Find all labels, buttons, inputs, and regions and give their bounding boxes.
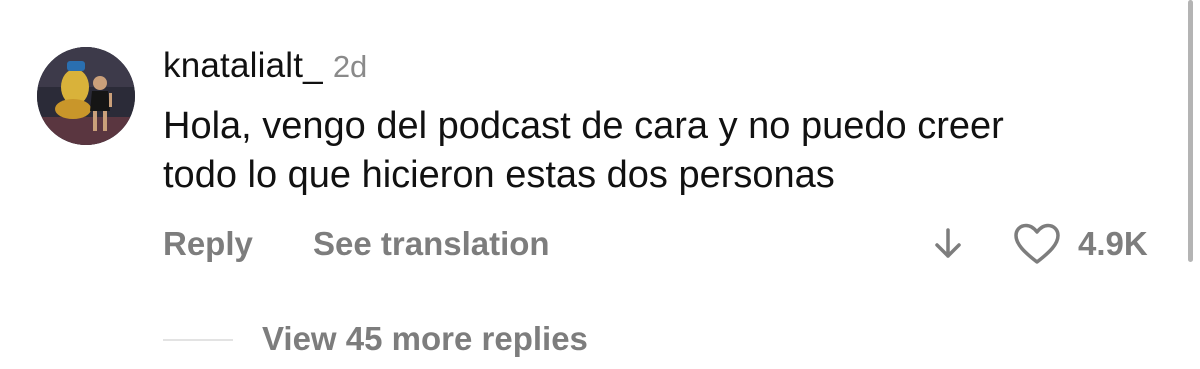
comment-timestamp: 2d bbox=[332, 49, 368, 84]
comment-text-line: Hola, vengo del podcast de cara y no pue… bbox=[163, 105, 1004, 147]
dislike-button[interactable] bbox=[928, 224, 968, 264]
replies-divider bbox=[163, 339, 233, 341]
comment-header: knatalialt_ 2d bbox=[163, 46, 367, 90]
like-count: 4.9K bbox=[1078, 225, 1148, 262]
comment-thread: knatalialt_ 2d Hola, vengo del podcast d… bbox=[0, 0, 1200, 369]
reply-button[interactable]: Reply bbox=[163, 222, 253, 266]
arrow-down-icon bbox=[935, 228, 961, 258]
like-button[interactable]: 4.9K bbox=[1012, 222, 1162, 266]
see-translation-button[interactable]: See translation bbox=[313, 222, 550, 266]
user-avatar[interactable] bbox=[37, 47, 135, 145]
avatar-image bbox=[37, 47, 135, 145]
view-more-replies-button[interactable]: View 45 more replies bbox=[262, 317, 588, 361]
scrollbar[interactable] bbox=[1188, 0, 1193, 262]
username-link[interactable]: knatalialt_ bbox=[163, 46, 323, 86]
heart-outline-icon bbox=[1014, 223, 1060, 264]
comment-text-line: todo lo que hicieron estas dos personas bbox=[163, 154, 835, 196]
comment-body: Hola, vengo del podcast de cara y no pue… bbox=[163, 102, 1163, 200]
